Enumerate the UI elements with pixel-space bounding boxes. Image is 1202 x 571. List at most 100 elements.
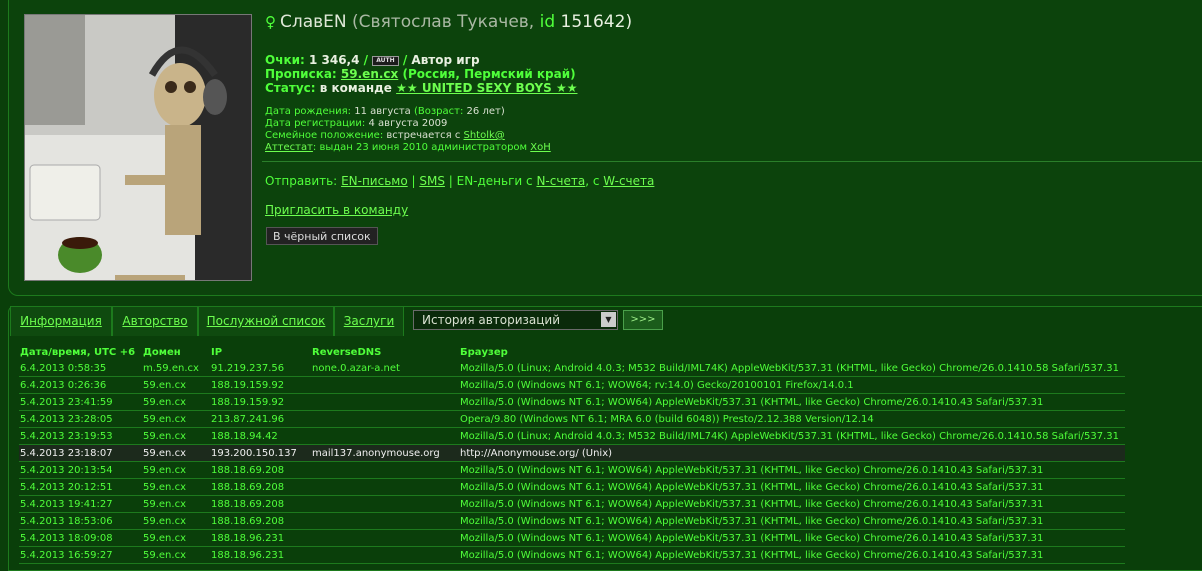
tab-authorship[interactable]: Авторство (112, 306, 198, 336)
table-cell (311, 495, 459, 513)
avatar-skeleton-image (25, 15, 251, 280)
attestat-text: : выдан 23 июня 2010 администратором (312, 142, 528, 153)
partner-link[interactable]: Shtolk@ (464, 130, 505, 141)
table-cell: Mozilla/5.0 (Windows NT 6.1; WOW64) Appl… (459, 393, 1126, 411)
table-cell: 6.4.2013 0:26:36 (19, 376, 142, 394)
table-cell: 193.200.150.137 (210, 444, 311, 462)
nickname: СлавЕN (280, 12, 347, 32)
send-label: Отправить: (265, 174, 338, 188)
table-cell: 59.en.cx (142, 427, 210, 445)
table-header: Дата/время, UTC +6 Домен IP ReverseDNS Б… (19, 345, 1125, 360)
city-link[interactable]: 59.en.cx (341, 67, 398, 81)
table-cell: 188.18.94.42 (210, 427, 311, 445)
table-cell: 5.4.2013 19:41:27 (19, 495, 142, 513)
table-cell: Mozilla/5.0 (Windows NT 6.1; WOW64) Appl… (459, 546, 1126, 564)
blacklist-button[interactable]: В чёрный список (266, 227, 378, 245)
table-cell (311, 393, 459, 411)
table-cell: 188.18.96.231 (210, 529, 311, 547)
table-cell: 6.4.2013 0:58:35 (19, 360, 142, 377)
age-value: 26 лет) (466, 106, 505, 117)
table-cell (311, 427, 459, 445)
table-cell: 59.en.cx (142, 478, 210, 496)
table-cell: http://Anonymouse.org/ (Unix) (459, 444, 1126, 462)
table-cell: Mozilla/5.0 (Windows NT 6.1; WOW64) Appl… (459, 512, 1126, 530)
table-cell: 59.en.cx (142, 410, 210, 428)
table-cell (311, 529, 459, 547)
en-money-label: EN-деньги с (456, 174, 533, 188)
table-cell: 188.18.69.208 (210, 495, 311, 513)
auth-badge: AUTH (372, 55, 399, 66)
table-cell: none.0.azar-a.net (311, 360, 459, 377)
table-cell: 5.4.2013 20:12:51 (19, 478, 142, 496)
table-cell: 59.en.cx (142, 529, 210, 547)
table-cell: Mozilla/5.0 (Linux; Android 4.0.3; M532 … (459, 427, 1126, 445)
table-cell: 59.en.cx (142, 461, 210, 479)
column-header: Дата/время, UTC +6 (20, 347, 136, 358)
table-cell: 59.en.cx (142, 393, 210, 411)
invite-row: Пригласить в команду (265, 203, 408, 217)
table-row: 5.4.2013 23:28:05 59.en.cx 213.87.241.96 Op… (19, 410, 1126, 428)
points-value: 1 346,4 (308, 53, 360, 67)
status-label: Статус: (265, 81, 316, 95)
table-cell: Opera/9.80 (Windows NT 6.1; MRA 6.0 (bui… (459, 410, 1126, 428)
table-cell (311, 478, 459, 496)
table-cell: 5.4.2013 18:09:08 (19, 529, 142, 547)
table-cell: 188.18.69.208 (210, 478, 311, 496)
status-text: в команде (319, 81, 392, 95)
chevron-down-icon[interactable]: ▼ (601, 312, 616, 327)
table-cell: 188.18.69.208 (210, 461, 311, 479)
table-cell (311, 546, 459, 564)
w-prefix: , с (585, 174, 600, 188)
table-cell: mail137.anonymouse.org (311, 444, 459, 462)
send-actions: Отправить: EN-письмо | SMS | EN-деньги с… (265, 174, 655, 188)
reg-value: 4 августа 2009 (368, 118, 448, 129)
invite-to-team-link[interactable]: Пригласить в команду (265, 203, 408, 217)
table-row: 5.4.2013 18:09:08 59.en.cx 188.18.96.231 Mo… (19, 529, 1126, 547)
table-cell: Mozilla/5.0 (Windows NT 6.1; WOW64) Appl… (459, 529, 1126, 547)
history-select[interactable]: История авторизаций ▼ (413, 310, 618, 330)
admin-link[interactable]: XoH (530, 142, 551, 153)
table-row: 5.4.2013 23:18:07 59.en.cx 193.200.150.137… (19, 444, 1126, 462)
column-header: Браузер (460, 347, 508, 358)
attestat-link[interactable]: Аттестат (265, 142, 313, 153)
user-icon: ♀ (265, 13, 276, 31)
birth-value: 11 августа (354, 106, 411, 117)
team-link[interactable]: ★★ UNITED SEXY BOYS ★★ (396, 81, 577, 95)
w-account-link[interactable]: W-счета (603, 174, 654, 188)
tab-merits[interactable]: Заслуги (334, 306, 404, 336)
table-cell: 59.en.cx (142, 444, 210, 462)
table-cell: Mozilla/5.0 (Windows NT 6.1; WOW64) Appl… (459, 461, 1126, 479)
tab-info[interactable]: Информация (10, 306, 112, 336)
table-cell: 5.4.2013 20:13:54 (19, 461, 142, 479)
family-value: встречается с (386, 130, 461, 141)
n-account-link[interactable]: N-счета (536, 174, 585, 188)
table-cell (311, 461, 459, 479)
age-label: (Возраст: (413, 106, 464, 117)
role: Автор игр (411, 53, 480, 67)
sms-link[interactable]: SMS (419, 174, 445, 188)
avatar (24, 14, 252, 281)
points-label: Очки: (265, 53, 305, 67)
table-row: 5.4.2013 23:19:53 59.en.cx 188.18.94.42 Moz… (19, 427, 1126, 445)
en-letter-link[interactable]: EN-письмо (341, 174, 408, 188)
table-cell: Mozilla/5.0 (Windows NT 6.1; WOW64; rv:1… (459, 376, 1126, 394)
table-cell: 5.4.2013 23:41:59 (19, 393, 142, 411)
table-cell: Mozilla/5.0 (Linux; Android 4.0.3; M532 … (459, 360, 1126, 377)
profile-details: Дата рождения: 11 августа (Возраст: 26 л… (265, 106, 551, 154)
table-cell: 188.19.159.92 (210, 376, 311, 394)
reg-label: Дата регистрации: (265, 118, 366, 129)
table-cell: 5.4.2013 16:59:27 (19, 546, 142, 564)
tab-service-record[interactable]: Послужной список (198, 306, 334, 336)
column-header: Домен (143, 347, 181, 358)
table-cell: 188.18.96.231 (210, 546, 311, 564)
profile-title: ♀ СлавЕN (Святослав Тукачев, id 151642) (265, 12, 632, 32)
table-cell: 5.4.2013 23:28:05 (19, 410, 142, 428)
propiska-label: Прописка: (265, 67, 337, 81)
table-cell (311, 512, 459, 530)
table-cell (311, 376, 459, 394)
divider (262, 161, 1202, 162)
go-button[interactable]: >>> (623, 310, 663, 330)
table-row: 5.4.2013 16:59:27 59.en.cx 188.18.96.231 Mo… (19, 546, 1126, 564)
column-header: IP (211, 347, 223, 358)
table-row: 6.4.2013 0:26:36 59.en.cx 188.19.159.92 Moz… (19, 376, 1126, 394)
